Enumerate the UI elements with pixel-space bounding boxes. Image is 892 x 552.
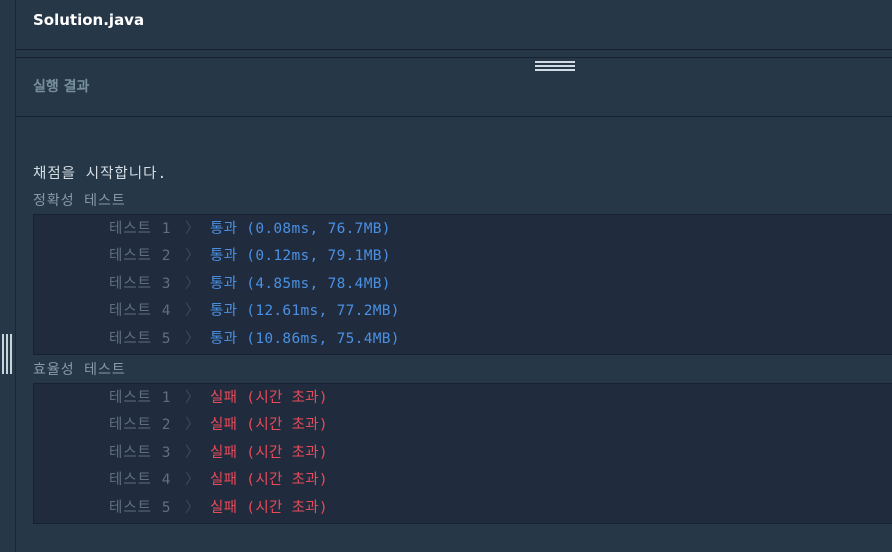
console-output: 채점을 시작합니다. 정확성 테스트 테스트 1 〉 통과 (0.08ms, 76.…: [16, 117, 892, 552]
test-name: 테스트 2: [109, 417, 172, 434]
chevron-right-icon: 〉: [185, 248, 200, 265]
test-name: 테스트 1: [109, 390, 172, 406]
chevron-right-icon: 〉: [185, 221, 200, 237]
test-name: 테스트 5: [109, 499, 172, 516]
test-result-text: 통과 (10.86ms, 75.4MB): [210, 330, 400, 347]
accuracy-results-block: 테스트 1 〉 통과 (0.08ms, 76.7MB) 테스트 2 〉 통과 (0.12m…: [33, 214, 892, 355]
chevron-right-icon: 〉: [185, 330, 200, 347]
test-name: 테스트 4: [109, 303, 172, 320]
test-result-text: 실패 (시간 초과): [210, 472, 328, 489]
test-name: 테스트 3: [109, 444, 172, 461]
chevron-right-icon: 〉: [185, 417, 200, 434]
test-name: 테스트 4: [109, 472, 172, 489]
grip-line: [6, 334, 8, 374]
test-result-text: 실패 (시간 초과): [210, 499, 328, 516]
efficiency-section-label: 효율성 테스트: [33, 362, 126, 378]
start-message: 채점을 시작합니다.: [33, 166, 168, 182]
left-panel-strip: [0, 0, 16, 552]
accuracy-section-label: 정확성 테스트: [33, 193, 126, 209]
chevron-right-icon: 〉: [185, 390, 200, 406]
test-result-text: 통과 (12.61ms, 77.2MB): [210, 303, 400, 320]
chevron-right-icon: 〉: [185, 499, 200, 516]
grip-line: [10, 334, 12, 374]
vertical-splitter-handle[interactable]: [2, 334, 12, 374]
test-result-text: 통과 (4.85ms, 78.4MB): [210, 275, 391, 292]
chevron-right-icon: 〉: [185, 303, 200, 320]
chevron-right-icon: 〉: [185, 444, 200, 461]
test-result-text: 실패 (시간 초과): [210, 444, 328, 461]
test-name: 테스트 5: [109, 330, 172, 347]
test-result-text: 실패 (시간 초과): [210, 417, 328, 434]
resize-handle-icon[interactable]: [535, 61, 575, 73]
result-panel-header: 실행 결과: [16, 58, 892, 117]
test-name: 테스트 1: [109, 221, 172, 237]
grip-line: [2, 334, 4, 374]
result-panel-title: 실행 결과: [33, 79, 90, 95]
file-name-tab[interactable]: Solution.java: [33, 11, 144, 29]
efficiency-results-block: 테스트 1 〉 실패 (시간 초과) 테스트 2 〉 실패 (시간 초과) 테스트 3 〉 실패…: [33, 383, 892, 524]
test-name: 테스트 3: [109, 275, 172, 292]
chevron-right-icon: 〉: [185, 275, 200, 292]
chevron-right-icon: 〉: [185, 472, 200, 489]
test-result-text: 통과 (0.08ms, 76.7MB): [210, 221, 391, 237]
test-result-text: 통과 (0.12ms, 79.1MB): [210, 248, 391, 265]
editor-header: Solution.java: [16, 0, 892, 50]
panel-divider: [16, 50, 892, 58]
test-result-text: 실패 (시간 초과): [210, 390, 328, 406]
test-name: 테스트 2: [109, 248, 172, 265]
